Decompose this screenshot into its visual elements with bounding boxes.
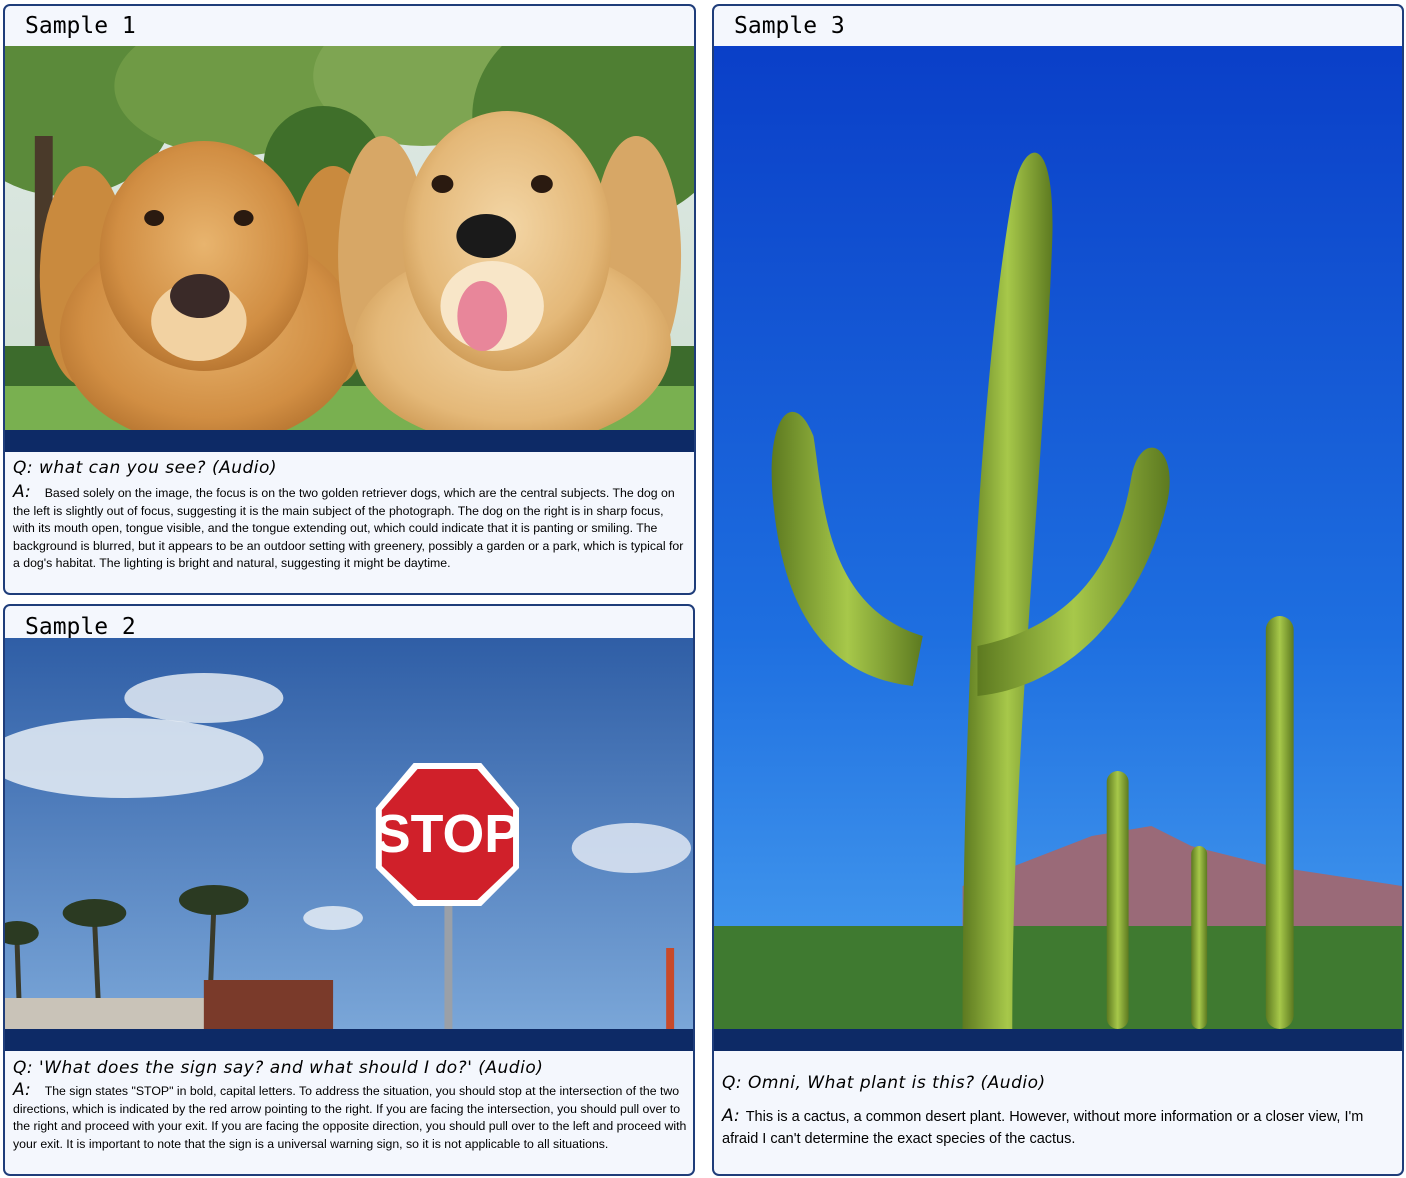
cactus-photo: [714, 46, 1402, 1029]
sample-card-1: Sample 1 Q: what can you see? (Audio) A:…: [3, 4, 696, 595]
answer-body: Based solely on the image, the focus is …: [13, 486, 684, 570]
question-text: Q: Omni, What plant is this? (Audio): [722, 1073, 1046, 1093]
question-text: Q: what can you see? (Audio): [13, 458, 278, 478]
qa-block: Q: Omni, What plant is this? (Audio) A: T…: [722, 1073, 1396, 1150]
sample-title: Sample 1: [25, 13, 136, 39]
sample-card-2: Sample 2 STOP Q: 'What does the sign say…: [3, 604, 695, 1176]
sample-title: Sample 3: [734, 13, 845, 39]
answer-body: This is a cactus, a common desert plant.…: [722, 1109, 1364, 1147]
stop-sign-photo: STOP: [5, 638, 693, 1029]
answer-text: A: The sign states "STOP" in bold, capita…: [13, 1080, 687, 1153]
answer-text: A: Based solely on the image, the focus i…: [13, 482, 688, 573]
answer-label: A:: [13, 482, 31, 502]
answer-body: The sign states "STOP" in bold, capital …: [13, 1084, 687, 1151]
stop-sign-text: STOP: [375, 804, 520, 864]
question-text: Q: 'What does the sign say? and what sho…: [13, 1058, 544, 1078]
divider-bar: [5, 1029, 693, 1051]
qa-block: Q: what can you see? (Audio) A: Based sol…: [13, 458, 688, 573]
answer-text: A: This is a cactus, a common desert plan…: [722, 1105, 1396, 1150]
qa-block: Q: 'What does the sign say? and what sho…: [13, 1058, 687, 1153]
divider-bar: [5, 430, 694, 452]
sample-card-3: Sample 3 Q: Omni, What plant is this? (A…: [712, 4, 1404, 1176]
dogs-photo: [5, 46, 694, 430]
divider-bar: [714, 1029, 1402, 1051]
answer-label: A:: [13, 1080, 31, 1100]
answer-label: A:: [722, 1106, 740, 1126]
sample-title: Sample 2: [25, 614, 136, 640]
